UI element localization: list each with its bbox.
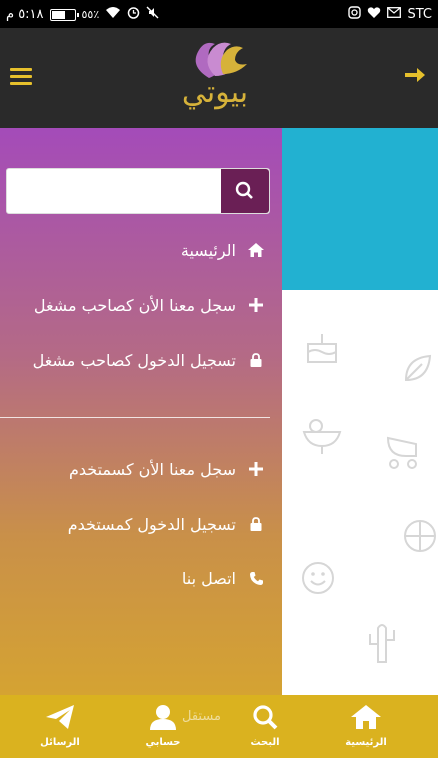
app-logo: بيوتي [145,36,285,122]
drawer-item-home[interactable]: الرئيسية [181,235,266,265]
cake-doodle-icon [302,330,342,374]
envelope-icon [387,7,402,22]
battery-icon [49,8,79,21]
carrier-label: STC [407,7,432,22]
app-header: بيوتي [0,28,438,128]
home-icon [351,705,381,729]
bottom-nav-home[interactable]: الرئيسية [331,703,401,748]
instagram-icon [348,6,362,23]
logo-text: بيوتي [181,75,249,110]
search-icon [253,705,278,730]
bottom-navigation: مستقل الرئيسية البحث حسابي الرسائل [0,695,438,758]
search-button[interactable] [221,169,269,213]
bottom-nav-label: الرئيسية [345,737,387,748]
content-banner [282,128,438,290]
heart-icon [367,6,381,23]
content-area [282,290,438,695]
leaf-doodle-icon [402,352,434,392]
drawer-item-contact[interactable]: اتصل بنا [182,563,266,593]
wifi-icon [105,6,121,23]
drawer-item-label: الرئيسية [180,240,236,260]
home-icon [246,242,266,258]
search-icon [235,181,253,199]
hamburger-menu-icon[interactable] [10,68,32,86]
drawer-item-label: سجل معنا الأن كصاحب مشغل [33,295,236,315]
drawer-item-register-user[interactable]: سجل معنا الأن كسمتخدم [69,454,266,484]
bottom-nav-account[interactable]: حسابي [128,703,198,748]
ball-doodle-icon [402,518,438,562]
battery-percent: ٥٥٪ [81,8,100,21]
lock-icon [246,517,266,531]
bottom-nav-search[interactable]: البحث [230,703,300,748]
drawer-item-label: تسجيل الدخول كمستخدم [67,514,236,534]
search-input[interactable] [11,173,221,209]
drawer-item-login-owner[interactable]: تسجيل الدخول كصاحب مشغل [33,345,266,375]
phone-icon [246,571,266,586]
alarm-icon [127,6,140,23]
drawer-item-login-user[interactable]: تسجيل الدخول كمستخدم [68,509,266,539]
send-icon [46,705,74,729]
lock-icon [246,353,266,367]
navigation-drawer: الرئيسية سجل معنا الأن كصاحب مشغل تسجيل … [0,128,282,695]
drawer-divider [0,417,270,418]
drawer-item-label: سجل معنا الأن كسمتخدم [68,459,236,479]
forward-arrow-icon[interactable] [402,64,428,90]
bottom-nav-label: حسابي [145,737,181,748]
status-bar: ٥:١٨ م ٥٥٪ STC [0,0,438,28]
plus-icon [246,298,266,312]
status-left: ٥:١٨ م ٥٥٪ [6,6,159,23]
smiley-doodle-icon [300,560,336,604]
cactus-doodle-icon [362,620,402,672]
user-icon [150,705,176,730]
mute-icon [146,6,159,23]
battery-level [51,10,65,19]
bottom-nav-messages[interactable]: الرسائل [25,703,95,748]
plus-icon [246,462,266,476]
bottom-nav-label: البحث [250,737,280,748]
status-time: ٥:١٨ م [6,7,44,22]
search-bar [6,168,270,214]
drawer-item-label: اتصل بنا [181,568,236,588]
drawer-item-label: تسجيل الدخول كصاحب مشغل [32,350,236,370]
sundae-doodle-icon [300,416,344,464]
bottom-nav-label: الرسائل [40,737,80,748]
status-right: STC [348,6,432,23]
drawer-item-register-owner[interactable]: سجل معنا الأن كصاحب مشغل [34,290,266,320]
stroller-doodle-icon [382,430,422,478]
